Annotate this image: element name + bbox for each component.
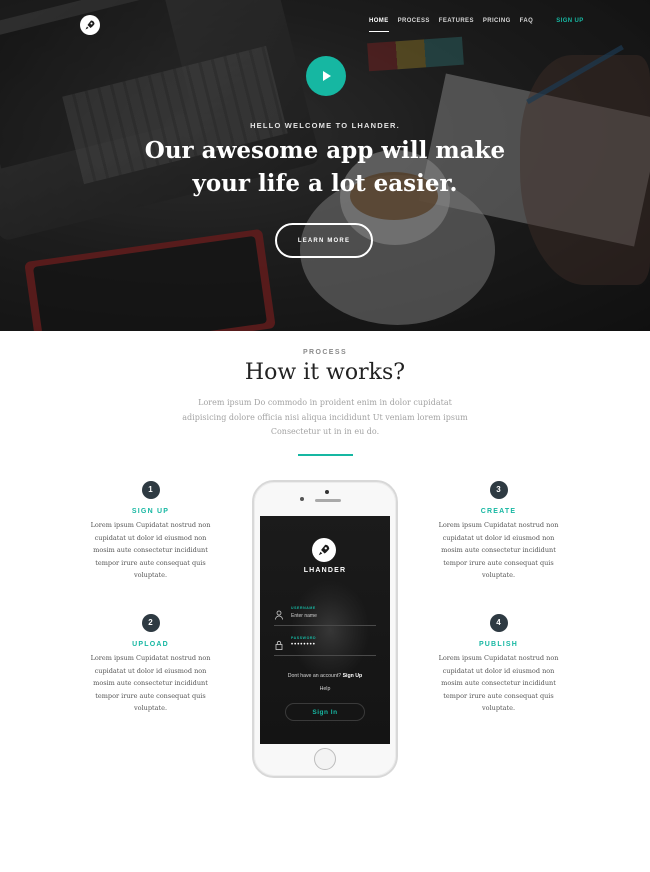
process-description: Lorem ipsum Do commodo in proident enim …: [182, 398, 468, 436]
nav-item-faq[interactable]: FAQ: [520, 18, 534, 32]
step-number: 1: [141, 481, 160, 499]
app-name: LHANDER: [303, 567, 347, 574]
step-text: Lorem ipsum Cupidatat nostrud non cupida…: [438, 521, 559, 580]
step-text: Lorem ipsum Cupidatat nostrud non cupida…: [90, 521, 211, 580]
phone-camera: [325, 490, 329, 494]
process-title: How it works?: [244, 360, 406, 385]
step-publish: 4 PUBLISH Lorem ipsum Cupidatat nostrud …: [436, 614, 561, 715]
account-prompt-text: Dont have an account?: [287, 673, 343, 679]
phone-home-button: [314, 748, 336, 770]
step-upload: 2 UPLOAD Lorem ipsum Cupidatat nostrud n…: [88, 614, 213, 715]
step-text: Lorem ipsum Cupidatat nostrud non cupida…: [438, 654, 559, 713]
phone-mockup: LHANDER USERNAME Enter name PASSWORD •••…: [252, 480, 398, 778]
hero-headline-line1: Our awesome app will make: [144, 137, 506, 164]
nav-item-pricing[interactable]: PRICING: [483, 18, 511, 32]
lock-icon: [275, 640, 283, 650]
hero-headline: Our awesome app will make your life a lo…: [0, 134, 650, 200]
password-value: ••••••••: [291, 642, 316, 648]
username-label: USERNAME: [291, 606, 316, 610]
user-icon: [275, 610, 283, 620]
app-signup-link[interactable]: Sign Up: [343, 673, 363, 679]
step-text: Lorem ipsum Cupidatat nostrud non cupida…: [90, 654, 211, 713]
step-number: 2: [141, 614, 160, 632]
step-title: UPLOAD: [132, 641, 169, 648]
phone-speaker: [315, 499, 341, 502]
step-number: 4: [489, 614, 508, 632]
app-background-robot: [290, 580, 370, 680]
step-title: CREATE: [480, 508, 517, 515]
learn-more-button[interactable]: LEARN MORE: [275, 223, 373, 258]
play-icon: [323, 71, 331, 81]
process-kicker: PROCESS: [302, 349, 348, 356]
nav-item-features[interactable]: FEATURES: [439, 18, 474, 32]
nav-item-process[interactable]: PROCESS: [398, 18, 430, 32]
step-number: 3: [489, 481, 508, 499]
sign-in-button[interactable]: Sign In: [285, 703, 365, 721]
step-sign-up: 1 SIGN UP Lorem ipsum Cupidatat nostrud …: [88, 481, 213, 582]
phone-sensor: [300, 497, 304, 501]
step-create: 3 CREATE Lorem ipsum Cupidatat nostrud n…: [436, 481, 561, 582]
step-title: SIGN UP: [131, 508, 170, 515]
password-label: PASSWORD: [291, 636, 317, 640]
rocket-logo-icon[interactable]: [80, 15, 100, 35]
username-placeholder: Enter name: [291, 613, 317, 619]
nav-item-home[interactable]: HOME: [369, 18, 389, 32]
username-field[interactable]: USERNAME Enter name: [274, 604, 376, 626]
play-video-button[interactable]: [306, 56, 346, 96]
nav-signup-link[interactable]: SIGN UP: [556, 18, 583, 32]
hero-kicker: HELLO WELCOME TO LHANDER.: [250, 121, 400, 130]
main-nav: HOME PROCESS FEATURES PRICING FAQ SIGN U…: [369, 18, 584, 32]
hero-headline-line2: your life a lot easier.: [192, 170, 458, 197]
section-divider: [298, 454, 353, 456]
step-title: PUBLISH: [478, 641, 519, 648]
help-link[interactable]: Help: [260, 686, 390, 692]
app-rocket-logo-icon: [312, 538, 336, 562]
account-prompt: Dont have an account? Sign Up: [260, 673, 390, 679]
phone-screen: LHANDER USERNAME Enter name PASSWORD •••…: [260, 516, 390, 744]
password-field[interactable]: PASSWORD ••••••••: [274, 634, 376, 656]
